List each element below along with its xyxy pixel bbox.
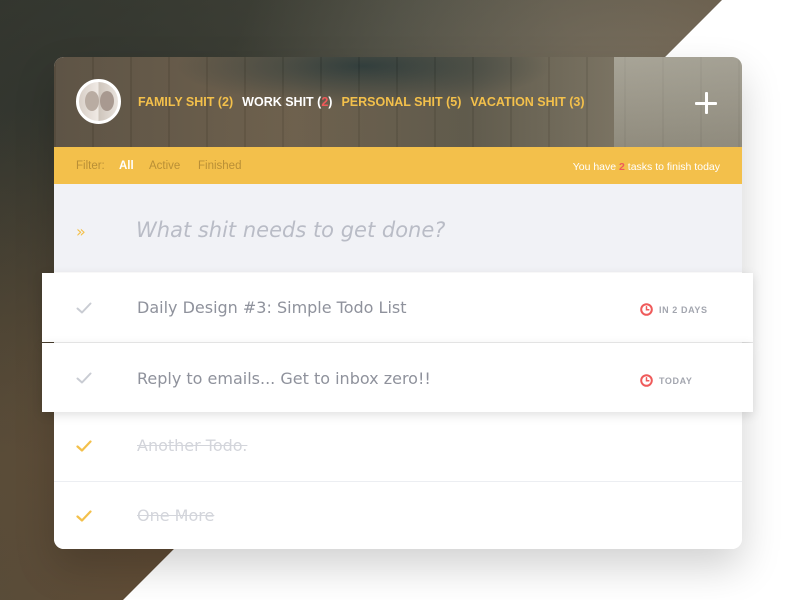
double-chevron-right-icon: » bbox=[76, 222, 86, 241]
new-todo-area: » bbox=[54, 184, 742, 272]
header-banner: FAMILY SHIT (2) WORK SHIT (2) PERSONAL S… bbox=[54, 57, 742, 147]
tab-work-count: 2 bbox=[321, 95, 329, 109]
tab-family-count: 2 bbox=[222, 95, 229, 109]
tab-work-label: WORK SHIT bbox=[242, 95, 314, 109]
summary-count: 2 bbox=[619, 161, 625, 173]
tab-personal[interactable]: PERSONAL SHIT (5) bbox=[341, 95, 461, 111]
due-date-label: IN 2 DAYS bbox=[659, 304, 708, 315]
avatar-face-left bbox=[85, 91, 99, 111]
todo-title[interactable]: One More bbox=[137, 506, 214, 525]
plus-icon[interactable] bbox=[695, 92, 717, 114]
clock-icon bbox=[640, 374, 653, 387]
avatar[interactable] bbox=[76, 79, 121, 124]
summary-prefix: You have bbox=[572, 161, 617, 173]
check-icon[interactable] bbox=[76, 302, 92, 314]
todo-item-completed: Another Todo. bbox=[54, 412, 742, 481]
completed-todo-list: Another Todo. One More bbox=[54, 412, 742, 549]
list-tabs: FAMILY SHIT (2) WORK SHIT (2) PERSONAL S… bbox=[138, 95, 594, 111]
due-date-label: TODAY bbox=[659, 375, 693, 386]
summary-suffix: tasks to finish today bbox=[627, 161, 720, 173]
tab-personal-label: PERSONAL SHIT bbox=[341, 95, 443, 109]
filter-label: Filter: bbox=[76, 160, 105, 172]
check-icon[interactable] bbox=[76, 440, 92, 452]
todo-title[interactable]: Reply to emails... Get to inbox zero!! bbox=[137, 369, 431, 388]
filter-finished[interactable]: Finished bbox=[198, 160, 241, 172]
clock-icon bbox=[640, 303, 653, 316]
todo-title[interactable]: Daily Design #3: Simple Todo List bbox=[137, 298, 407, 317]
tab-work[interactable]: WORK SHIT (2) bbox=[242, 95, 332, 111]
todo-item: Daily Design #3: Simple Todo List IN 2 D… bbox=[42, 273, 753, 342]
tab-family[interactable]: FAMILY SHIT (2) bbox=[138, 95, 233, 111]
tab-vacation-label: VACATION SHIT bbox=[470, 95, 566, 109]
tab-personal-count: 5 bbox=[450, 95, 458, 109]
todo-title[interactable]: Another Todo. bbox=[137, 436, 247, 455]
filter-bar: Filter: All Active Finished You have 2 t… bbox=[54, 147, 742, 184]
tab-family-label: FAMILY SHIT bbox=[138, 95, 215, 109]
avatar-face-right bbox=[100, 91, 114, 111]
check-icon[interactable] bbox=[76, 372, 92, 384]
filter-active[interactable]: Active bbox=[149, 160, 180, 172]
due-date-badge: IN 2 DAYS bbox=[640, 303, 708, 316]
todo-item: Reply to emails... Get to inbox zero!! T… bbox=[42, 343, 753, 412]
filter-all[interactable]: All bbox=[119, 160, 134, 172]
tasks-remaining-summary: You have 2 tasks to finish today bbox=[573, 161, 720, 173]
tab-vacation[interactable]: VACATION SHIT (3) bbox=[470, 95, 584, 111]
due-date-badge: TODAY bbox=[640, 374, 693, 387]
new-todo-input[interactable] bbox=[136, 214, 696, 246]
tab-vacation-count: 3 bbox=[573, 95, 581, 109]
check-icon[interactable] bbox=[76, 510, 92, 522]
todo-item-completed: One More bbox=[54, 481, 742, 549]
header-paper-texture bbox=[614, 57, 742, 147]
